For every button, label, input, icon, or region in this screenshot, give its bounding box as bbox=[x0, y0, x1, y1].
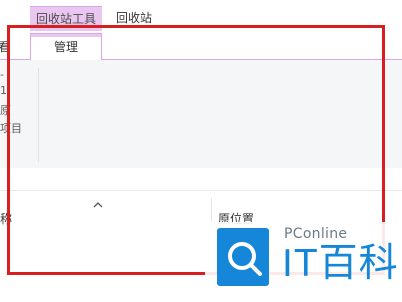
list-header-separator bbox=[0, 190, 402, 191]
column-header-name[interactable]: 称 bbox=[0, 210, 12, 227]
restore-selected-items-label[interactable]: 项目 bbox=[0, 120, 22, 136]
watermark-brand-large: IT百科 bbox=[282, 242, 399, 285]
ribbon-label-fragment: 1 bbox=[0, 84, 7, 97]
tab-view[interactable]: 看 bbox=[0, 37, 10, 57]
recycle-bin-tools-header: 回收站工具 bbox=[30, 6, 102, 31]
ribbon-panel: - 1 原 项目 bbox=[0, 60, 402, 169]
watermark-logo: PConline IT百科 bbox=[205, 222, 402, 302]
ribbon-label-fragment: 原 bbox=[0, 104, 11, 117]
sort-ascending-icon[interactable] bbox=[92, 200, 104, 210]
ribbon-label-fragment: - bbox=[0, 68, 4, 81]
window-title: 回收站 bbox=[116, 11, 153, 25]
title-bar: 回收站工具 回收站 bbox=[0, 0, 402, 33]
ribbon-group-separator bbox=[38, 68, 39, 162]
tab-manage[interactable]: 管理 bbox=[30, 33, 102, 60]
magnifier-logo-icon bbox=[217, 228, 269, 286]
